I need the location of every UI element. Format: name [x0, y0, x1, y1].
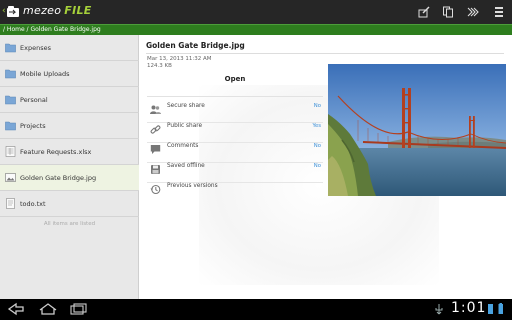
save-icon: [151, 165, 160, 174]
option-value: No: [313, 143, 321, 149]
fast-forward-icon[interactable]: [465, 4, 481, 20]
recent-apps-icon[interactable]: [68, 302, 88, 316]
list-item[interactable]: Expenses: [0, 35, 139, 61]
edit-icon[interactable]: [416, 4, 432, 20]
list-item[interactable]: Feature Requests.xlsx: [0, 139, 139, 165]
option-label: Comments: [167, 143, 199, 149]
list-item-label: Projects: [20, 122, 46, 130]
folder-icon: [5, 121, 16, 131]
status-clock: 1:01: [451, 300, 487, 316]
mezeo-logo-icon: [7, 6, 19, 17]
system-bar: 1:01: [0, 299, 512, 320]
list-item-label: Expenses: [20, 44, 51, 52]
option-value: No: [313, 163, 321, 169]
folder-icon: [5, 95, 16, 105]
link-icon: [150, 125, 161, 134]
text-file-icon: [6, 198, 15, 209]
copy-icon[interactable]: [440, 4, 456, 20]
users-icon: [150, 105, 161, 114]
list-item[interactable]: Personal: [0, 87, 139, 113]
brand-name-part1: mezeo: [23, 4, 62, 17]
list-footer: All items are listed: [43, 221, 96, 227]
list-item-label: Personal: [20, 96, 48, 104]
back-icon[interactable]: [6, 302, 26, 316]
back-chevron-icon[interactable]: ‹: [2, 6, 6, 16]
list-item-label: Mobile Uploads: [20, 70, 70, 78]
option-label: Previous versions: [167, 183, 218, 189]
file-date: Mar 13, 2013 11:32 AM: [147, 56, 212, 62]
previous-versions-option[interactable]: Previous versions: [147, 177, 323, 203]
file-list: Expenses Mobile Uploads Personal Project…: [0, 35, 139, 299]
breadcrumb[interactable]: / Home / Golden Gate Bridge.jpg: [3, 25, 101, 35]
open-button[interactable]: Open: [147, 75, 323, 83]
option-label: Saved offline: [167, 163, 205, 169]
brand-name-part2: FILE: [64, 4, 92, 17]
history-icon: [150, 184, 161, 195]
list-item[interactable]: Mobile Uploads: [0, 61, 139, 87]
breadcrumb-bar: / Home / Golden Gate Bridge.jpg: [0, 24, 512, 35]
list-item-label: todo.txt: [20, 200, 46, 208]
file-title: Golden Gate Bridge.jpg: [146, 41, 245, 50]
list-item[interactable]: todo.txt: [0, 191, 139, 217]
folder-icon: [5, 43, 16, 53]
file-size: 124.3 KB: [147, 63, 172, 69]
option-value: Yes: [312, 123, 321, 129]
list-item-label: Golden Gate Bridge.jpg: [20, 174, 97, 182]
option-value: No: [313, 103, 321, 109]
image-preview[interactable]: [328, 64, 506, 196]
spreadsheet-file-icon: [5, 146, 16, 157]
comment-icon: [150, 145, 161, 154]
title-divider: [146, 53, 504, 54]
file-detail-panel: Golden Gate Bridge.jpg Mar 13, 2013 11:3…: [139, 35, 512, 299]
option-label: Public share: [167, 123, 203, 129]
app-brand: mezeo FILE: [23, 4, 92, 18]
menu-overflow-icon[interactable]: [491, 4, 507, 20]
folder-icon: [5, 69, 16, 79]
option-label: Secure share: [167, 103, 205, 109]
action-bar: ‹ mezeo FILE: [0, 0, 512, 24]
usb-debug-icon: [435, 304, 443, 315]
home-icon[interactable]: [38, 302, 58, 316]
list-item[interactable]: Projects: [0, 113, 139, 139]
battery-icon: [498, 303, 503, 314]
list-item-selected[interactable]: Golden Gate Bridge.jpg: [0, 165, 139, 191]
list-item-label: Feature Requests.xlsx: [20, 148, 92, 156]
wifi-signal-icon: [488, 304, 493, 314]
image-file-icon: [5, 173, 16, 182]
